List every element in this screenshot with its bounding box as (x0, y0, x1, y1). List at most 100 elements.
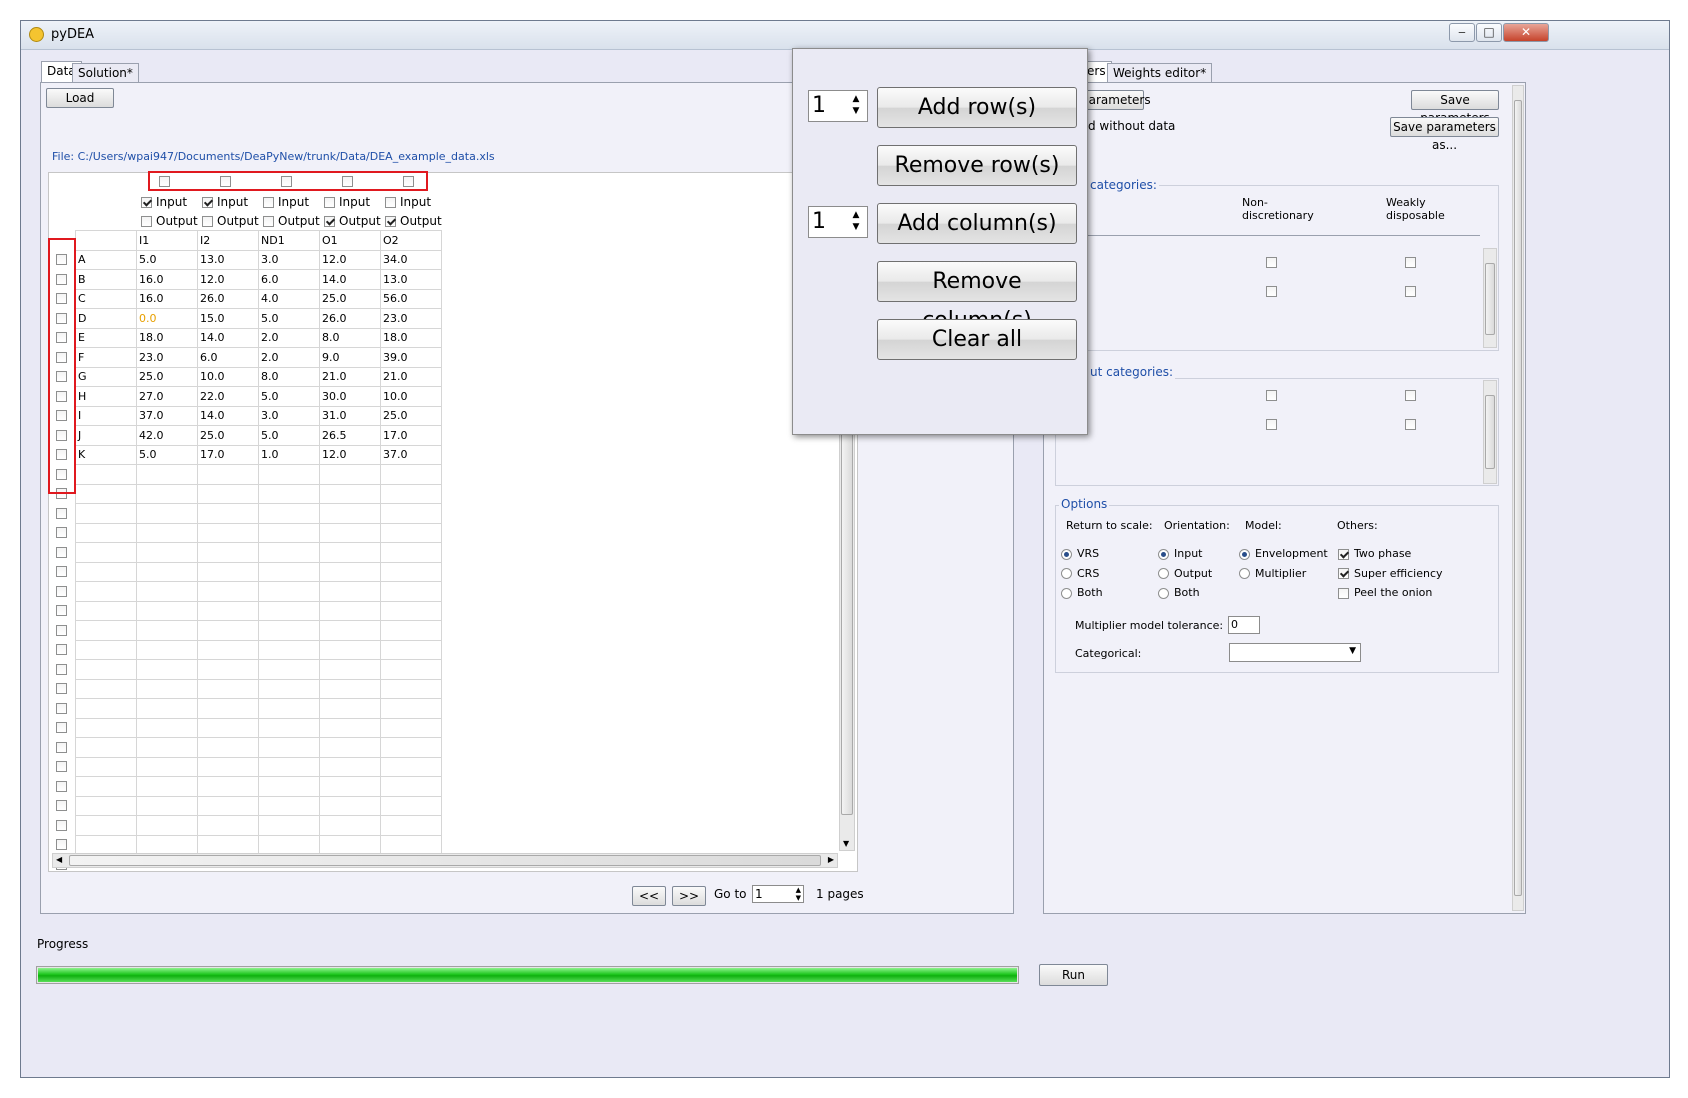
row-select-checkbox[interactable] (56, 800, 67, 811)
empty-cell[interactable] (380, 542, 442, 563)
model-option[interactable]: Envelopment (1239, 547, 1328, 560)
columns-count-spinbox[interactable]: 1 ▲ ▼ (808, 206, 868, 238)
data-cell[interactable]: 12.0 (319, 249, 381, 270)
tab-weights-editor[interactable]: Weights editor* (1107, 63, 1213, 83)
others-option[interactable]: Peel the onion (1338, 586, 1432, 599)
empty-cell[interactable] (319, 483, 381, 504)
data-cell[interactable]: 14.0 (197, 405, 259, 426)
orientation-option[interactable]: Input (1158, 547, 1202, 560)
empty-cell[interactable] (258, 620, 320, 641)
empty-cell[interactable] (258, 678, 320, 699)
empty-cell[interactable] (258, 776, 320, 797)
prev-page-button[interactable]: << (632, 886, 666, 906)
data-cell[interactable]: 6.0 (258, 269, 320, 290)
column-header[interactable]: O2 (380, 230, 442, 251)
orientation-radio[interactable] (1158, 548, 1169, 560)
input-cat-2-nondisc-checkbox[interactable] (1266, 286, 1277, 297)
output-categories-scroll-thumb[interactable] (1485, 395, 1495, 469)
empty-cell[interactable] (75, 483, 137, 504)
data-cell[interactable]: 18.0 (136, 327, 198, 348)
empty-cell[interactable] (319, 717, 381, 738)
empty-cell[interactable] (75, 561, 137, 582)
empty-cell[interactable] (258, 483, 320, 504)
row-select-checkbox[interactable] (56, 839, 67, 850)
empty-cell[interactable] (75, 522, 137, 543)
run-button[interactable]: Run (1039, 964, 1108, 986)
empty-cell[interactable] (319, 620, 381, 641)
output-checkbox[interactable] (385, 216, 396, 227)
input-checkbox[interactable] (141, 197, 152, 208)
empty-cell[interactable] (258, 503, 320, 524)
column-header[interactable]: I2 (197, 230, 259, 251)
empty-cell[interactable] (136, 464, 198, 485)
data-cell[interactable]: 1.0 (258, 444, 320, 465)
row-select-checkbox[interactable] (56, 780, 67, 792)
row-name-cell[interactable]: H (75, 386, 137, 407)
data-cell[interactable]: 30.0 (319, 386, 381, 407)
empty-cell[interactable] (197, 600, 259, 621)
empty-cell[interactable] (197, 737, 259, 758)
row-select-checkbox[interactable] (56, 507, 67, 519)
rts-radio[interactable] (1061, 548, 1072, 560)
rows-count-spinbox[interactable]: 1 ▲ ▼ (808, 90, 868, 122)
empty-cell[interactable] (380, 698, 442, 719)
model-radio[interactable] (1239, 568, 1250, 579)
column-header[interactable]: ND1 (258, 230, 320, 251)
empty-cell[interactable] (319, 834, 381, 855)
row-select-checkbox[interactable] (56, 761, 67, 772)
data-cell[interactable]: 2.0 (258, 347, 320, 368)
load-parameters-button[interactable]: parameters (1080, 90, 1151, 110)
data-cell[interactable]: 23.0 (380, 308, 442, 329)
remove-columns-button[interactable]: Remove column(s) (877, 261, 1077, 333)
data-cell[interactable]: 22.0 (197, 386, 259, 407)
column-header[interactable]: I1 (136, 230, 198, 251)
empty-cell[interactable] (197, 503, 259, 524)
column-input-toggle[interactable]: Input (141, 195, 187, 209)
output-cat-1-nondisc-checkbox[interactable] (1266, 390, 1277, 401)
data-cell[interactable]: 31.0 (319, 405, 381, 426)
data-cell[interactable]: 15.0 (197, 308, 259, 329)
empty-cell[interactable] (136, 776, 198, 797)
next-page-button[interactable]: >> (672, 886, 706, 906)
empty-cell[interactable] (197, 581, 259, 602)
data-cell[interactable]: 9.0 (319, 347, 381, 368)
data-cell[interactable]: 13.0 (197, 249, 259, 270)
data-cell[interactable]: 42.0 (136, 425, 198, 446)
data-cell[interactable]: 21.0 (380, 366, 442, 387)
empty-cell[interactable] (319, 737, 381, 758)
data-cell[interactable]: 56.0 (380, 288, 442, 309)
row-name-cell[interactable]: A (75, 249, 137, 270)
column-input-toggle[interactable]: Input (263, 195, 309, 209)
data-cell[interactable]: 14.0 (319, 269, 381, 290)
empty-cell[interactable] (319, 678, 381, 699)
data-cell[interactable]: 0.0 (136, 308, 198, 329)
orientation-radio[interactable] (1158, 587, 1169, 599)
row-select-checkbox[interactable] (56, 683, 67, 694)
empty-cell[interactable] (319, 776, 381, 797)
data-cell[interactable]: 25.0 (319, 288, 381, 309)
empty-cell[interactable] (319, 659, 381, 680)
goto-page-spinbox[interactable]: 1 ▲ ▼ (752, 885, 804, 903)
row-select-checkbox[interactable] (56, 644, 67, 655)
rows-spin-arrows-icon[interactable]: ▲ ▼ (847, 93, 865, 119)
close-button[interactable]: ✕ (1503, 23, 1549, 42)
input-categories-scroll-thumb[interactable] (1485, 263, 1495, 335)
empty-cell[interactable] (380, 464, 442, 485)
empty-cell[interactable] (380, 581, 442, 602)
empty-cell[interactable] (197, 620, 259, 641)
table-vertical-scroll-thumb[interactable] (841, 431, 853, 815)
row-name-cell[interactable]: K (75, 444, 137, 465)
empty-cell[interactable] (75, 581, 137, 602)
empty-cell[interactable] (258, 737, 320, 758)
empty-cell[interactable] (136, 561, 198, 582)
row-select-checkbox[interactable] (56, 566, 67, 577)
empty-cell[interactable] (136, 756, 198, 777)
column-output-toggle[interactable]: Output (141, 214, 198, 228)
maximize-button[interactable]: □ (1476, 23, 1502, 42)
save-parameters-button[interactable]: Save parameters (1411, 90, 1499, 125)
empty-cell[interactable] (319, 756, 381, 777)
empty-cell[interactable] (380, 776, 442, 797)
data-cell[interactable]: 25.0 (380, 405, 442, 426)
empty-cell[interactable] (380, 795, 442, 816)
row-name-cell[interactable]: C (75, 288, 137, 309)
